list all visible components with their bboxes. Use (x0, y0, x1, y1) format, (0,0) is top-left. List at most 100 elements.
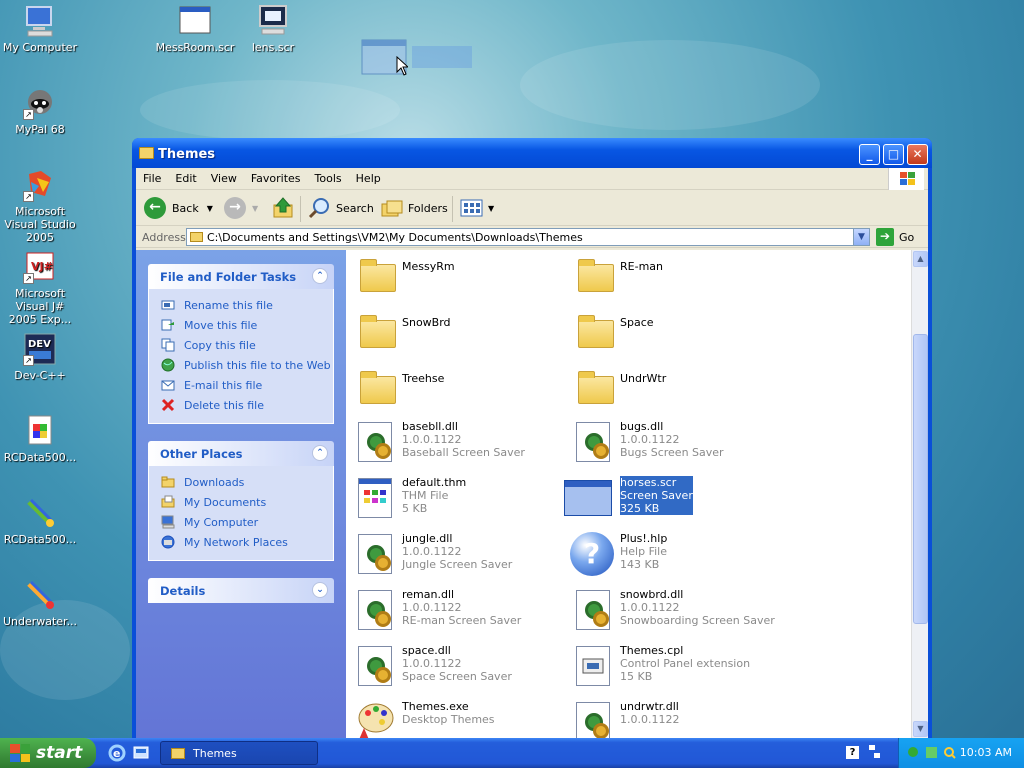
file-list: MessyRm RE-man SnowBrd Space Treehse Und… (346, 250, 911, 738)
help-tray-icon[interactable]: ? (846, 746, 859, 759)
go-label: Go (899, 230, 915, 244)
folders-icon (381, 200, 403, 217)
task-email-file[interactable]: E-mail this file (161, 375, 333, 395)
file-item-undrwtr[interactable]: UndrWtr (572, 362, 782, 414)
menu-help[interactable]: Help (349, 168, 388, 190)
address-bar: Address C:\Documents and Settings\VM2\My… (136, 226, 928, 248)
desktop-icon-my-computer[interactable]: My Computer (0, 4, 80, 54)
close-button[interactable]: ✕ (907, 144, 928, 165)
network-tray-icon[interactable] (868, 744, 881, 760)
place-downloads[interactable]: Downloads (161, 472, 333, 492)
details-header[interactable]: Details ⌄ (148, 578, 334, 603)
address-label: Address (142, 231, 186, 244)
place-my-computer[interactable]: My Computer (161, 512, 333, 532)
desktop-icon-visual-jsharp[interactable]: VJ# ↗ Microsoft Visual J# 2005 Exp... (0, 250, 80, 326)
file-item-horses-scr[interactable]: horses.scr Screen Saver 325 KB (564, 472, 774, 524)
shortcut-arrow-icon: ↗ (23, 355, 34, 366)
place-my-network[interactable]: My Network Places (161, 532, 333, 552)
collapse-chevron-icon[interactable]: ⌃ (312, 268, 328, 284)
file-item-snowbrd[interactable]: SnowBrd (354, 306, 564, 358)
internet-explorer-icon[interactable]: e (108, 744, 126, 762)
task-rename-file[interactable]: Rename this file (161, 295, 333, 315)
file-item-themes-cpl[interactable]: Themes.cpl Control Panel extension 15 KB (572, 640, 782, 692)
tray-app-icon[interactable] (907, 746, 920, 759)
scroll-down-arrow-icon[interactable]: ▼ (913, 721, 928, 737)
other-places-header[interactable]: Other Places ⌃ (148, 441, 334, 466)
file-item-messyrm[interactable]: MessyRm (354, 250, 564, 302)
menu-file[interactable]: File (136, 168, 168, 190)
back-dropdown-icon[interactable]: ▼ (207, 204, 213, 213)
file-item-plus-hlp[interactable]: ? Plus!.hlp Help File 143 KB (568, 528, 778, 580)
folder-icon (572, 252, 618, 298)
desktop-icon-rcdata-2[interactable]: RCData500... (0, 496, 80, 546)
go-button[interactable]: ➔ Go (876, 228, 914, 246)
expand-chevron-icon[interactable]: ⌄ (312, 582, 328, 598)
menu-edit[interactable]: Edit (168, 168, 203, 190)
panel-title: Other Places (160, 447, 243, 461)
file-item-space-dll[interactable]: space.dll 1.0.0.1122 Space Screen Saver (354, 640, 564, 692)
folder-icon (354, 252, 400, 298)
file-folder-tasks-header[interactable]: File and Folder Tasks ⌃ (148, 264, 334, 289)
forward-dropdown-icon[interactable]: ▼ (252, 204, 258, 213)
up-button[interactable] (272, 196, 294, 220)
forward-button[interactable]: → ▼ (224, 196, 258, 220)
folder-icon (139, 147, 154, 159)
tray-search-icon[interactable] (943, 746, 956, 759)
control-panel-file-icon (572, 642, 618, 688)
file-item-space[interactable]: Space (572, 306, 782, 358)
documents-folder-icon (161, 495, 175, 509)
desktop-icon-rcdata-1[interactable]: RCData500... (0, 414, 80, 464)
file-item-bugs-dll[interactable]: bugs.dll 1.0.0.1122 Bugs Screen Saver (572, 416, 782, 468)
file-item-themes-exe[interactable]: Themes.exe Desktop Themes (354, 696, 564, 738)
task-publish-web[interactable]: Publish this file to the Web (161, 355, 333, 375)
file-item-re-man[interactable]: RE-man (572, 250, 782, 302)
desktop-icon-underwater[interactable]: Underwater... (0, 578, 80, 628)
show-desktop-icon[interactable] (132, 744, 150, 762)
back-button[interactable]: ← Back ▼ (144, 196, 213, 220)
menu-view[interactable]: View (204, 168, 244, 190)
file-item-treehse[interactable]: Treehse (354, 362, 564, 414)
windows-flag-icon (10, 744, 30, 762)
start-label: start (36, 743, 83, 763)
vertical-scrollbar[interactable]: ▲ ▼ (911, 250, 928, 738)
task-copy-file[interactable]: Copy this file (161, 335, 333, 355)
task-move-file[interactable]: Move this file (161, 315, 333, 335)
desktop-icon-mypal[interactable]: ↗ MyPal 68 (0, 86, 80, 136)
desktop-icon-lens-scr[interactable]: lens.scr (233, 4, 313, 54)
search-button[interactable]: Search (308, 196, 374, 220)
menu-tools[interactable]: Tools (308, 168, 349, 190)
rename-icon (161, 298, 175, 312)
screensaver-file-icon (564, 474, 614, 520)
tray-app-icon[interactable] (925, 746, 938, 759)
file-item-basebll-dll[interactable]: basebll.dll 1.0.0.1122 Baseball Screen Sav… (354, 416, 564, 468)
file-item-undrwtr-dll[interactable]: undrwtr.dll 1.0.0.1122 (572, 696, 782, 738)
scroll-up-arrow-icon[interactable]: ▲ (913, 251, 928, 267)
taskbar-button-themes[interactable]: Themes (160, 741, 318, 765)
minimize-button[interactable]: _ (859, 144, 880, 165)
views-dropdown-icon[interactable]: ▼ (488, 204, 494, 213)
computer-icon (161, 515, 175, 529)
desktop-icon-dev-cpp[interactable]: DEV ↗ Dev-C++ (0, 332, 80, 382)
place-my-documents[interactable]: My Documents (161, 492, 333, 512)
views-button[interactable]: ▼ (460, 196, 494, 220)
svg-text:VJ#: VJ# (31, 260, 53, 273)
desktop-icon-messroom-scr[interactable]: MessRoom.scr (155, 4, 235, 54)
address-input[interactable]: C:\Documents and Settings\VM2\My Documen… (186, 228, 870, 246)
maximize-button[interactable]: □ (883, 144, 904, 165)
folders-button[interactable]: Folders (380, 196, 448, 220)
file-item-default-thm[interactable]: default.thm THM File 5 KB (354, 472, 564, 524)
file-item-snowbrd-dll[interactable]: snowbrd.dll 1.0.0.1122 Snowboarding Screen… (572, 584, 782, 636)
menu-favorites[interactable]: Favorites (244, 168, 308, 190)
shortcut-arrow-icon: ↗ (23, 191, 34, 202)
scroll-thumb[interactable] (913, 334, 928, 624)
screensaver-file-icon (178, 4, 212, 38)
file-item-jungle-dll[interactable]: jungle.dll 1.0.0.1122 Jungle Screen Saver (354, 528, 564, 580)
start-button[interactable]: start (0, 738, 96, 768)
task-delete-file[interactable]: Delete this file (161, 395, 333, 415)
search-label: Search (336, 201, 374, 215)
desktop-icon-visual-studio[interactable]: ↗ Microsoft Visual Studio 2005 (0, 168, 80, 244)
collapse-chevron-icon[interactable]: ⌃ (312, 445, 328, 461)
file-item-reman-dll[interactable]: reman.dll 1.0.0.1122 RE-man Screen Saver (354, 584, 564, 636)
address-dropdown-icon[interactable]: ▼ (853, 229, 869, 245)
title-bar[interactable]: Themes _ □ ✕ (132, 138, 932, 168)
